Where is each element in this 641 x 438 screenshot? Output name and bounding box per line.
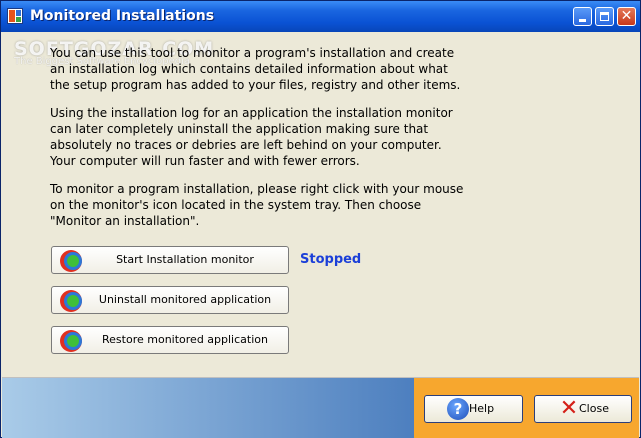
uninstall-paragraph: Using the installation log for an applic… — [50, 106, 453, 168]
title-bar[interactable]: Monitored Installations ✕ — [1, 1, 640, 32]
app-icon — [7, 8, 23, 24]
uninstall-monitored-application-button[interactable]: Uninstall monitored application — [51, 286, 289, 314]
content-area: SOFTGOZAR.COM The Biggest Software Encyc… — [2, 32, 639, 377]
maximize-button[interactable] — [595, 7, 614, 26]
minimize-icon — [579, 19, 586, 22]
footer-gradient-panel — [2, 378, 414, 438]
uninstall-label: Uninstall monitored application — [98, 293, 272, 306]
close-label: Close — [579, 402, 609, 415]
tri-color-orb-icon — [60, 290, 82, 312]
intro-paragraph: You can use this tool to monitor a progr… — [50, 46, 461, 92]
window-title: Monitored Installations — [30, 8, 215, 24]
help-button[interactable]: ? Help — [424, 395, 523, 423]
title-close-button[interactable]: ✕ — [617, 7, 636, 26]
maximize-icon — [600, 12, 609, 21]
restore-monitored-application-button[interactable]: Restore monitored application — [51, 326, 289, 354]
monitored-installations-window: Monitored Installations ✕ SOFTGOZAR.COM … — [0, 0, 641, 438]
close-button[interactable]: ✕ Close — [534, 395, 632, 423]
close-icon: ✕ — [620, 8, 633, 24]
help-label: Help — [469, 402, 495, 415]
red-x-icon: ✕ — [559, 396, 579, 421]
tri-color-orb-icon — [60, 330, 82, 352]
instructions-paragraph: To monitor a program installation, pleas… — [50, 182, 464, 228]
start-monitor-label: Start Installation monitor — [116, 253, 254, 266]
monitor-status: Stopped — [300, 252, 362, 267]
restore-label: Restore monitored application — [102, 333, 268, 346]
minimize-button[interactable] — [573, 7, 592, 26]
help-icon: ? — [447, 398, 469, 420]
tri-color-orb-icon — [60, 250, 82, 272]
start-installation-monitor-button[interactable]: Start Installation monitor — [51, 246, 289, 274]
